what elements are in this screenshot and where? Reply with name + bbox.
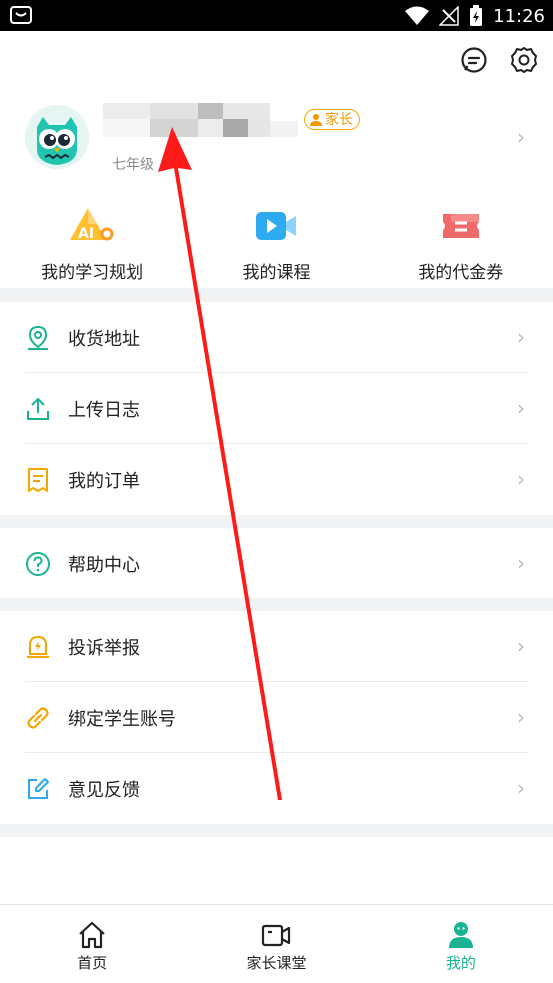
quick-action-my-courses[interactable]: 我的课程 [184,200,368,288]
nav-label: 家长课堂 [246,954,307,972]
nav-label: 首页 [77,954,108,972]
menu-item-complaint[interactable]: 投诉举报 › [0,611,553,682]
quick-actions: AI 我的学习规划 我的课程 我的代金券 [0,200,553,288]
voucher-icon [442,214,479,238]
parent-badge-icon [310,113,322,126]
nav-label: 我的 [445,954,476,972]
location-icon [28,325,48,350]
nav-mine[interactable]: 我的 [369,905,553,983]
section-divider [0,824,553,837]
menu-item-help-center[interactable]: 帮助中心 › [0,528,553,599]
feedback-icon [28,777,49,799]
section-divider [0,288,553,302]
menu-item-bind-student[interactable]: 绑定学生账号 › [0,682,553,753]
report-icon [27,635,49,658]
menu-item-label: 收货地址 [68,328,140,350]
section-divider [0,515,553,528]
avatar[interactable] [25,105,89,169]
quick-action-label: 我的学习规划 [41,263,144,283]
menu-item-address[interactable]: 收货地址 › [0,302,553,373]
video-course-icon [256,212,297,240]
wifi-icon [405,6,430,25]
quick-action-vouchers[interactable]: 我的代金券 [369,200,553,288]
menu-item-orders[interactable]: 我的订单 › [0,444,553,515]
menu-item-label: 投诉举报 [68,637,140,659]
svg-text:AI: AI [78,226,94,242]
signal-icon [439,6,459,26]
menu-item-upload-log[interactable]: 上传日志 › [0,373,553,444]
profile-icon [448,922,473,948]
chevron-right-icon: › [517,705,525,729]
quick-action-label: 我的课程 [242,263,311,283]
bottom-nav: 首页 家长课堂 我的 [0,904,553,983]
status-time: 11:26 [493,5,545,27]
chevron-right-icon: › [517,551,525,575]
role-badge: 家长 [304,109,360,130]
menu-item-label: 意见反馈 [68,779,140,801]
quick-action-label: 我的代金券 [418,263,504,283]
help-icon [26,551,50,576]
nav-parent-class[interactable]: 家长课堂 [184,905,368,983]
message-icon[interactable] [459,45,489,75]
battery-icon [470,5,483,26]
nav-home[interactable]: 首页 [0,905,184,983]
ai-plan-icon: AI [70,208,114,242]
chevron-right-icon: › [517,467,525,491]
chevron-right-icon: › [517,125,525,149]
settings-icon[interactable] [509,45,539,75]
quick-action-study-plan[interactable]: AI 我的学习规划 [0,200,184,288]
menu-item-label: 绑定学生账号 [68,708,176,730]
username-blurred [103,103,298,137]
parent-class-icon [262,924,291,947]
status-bar: 11:26 [0,0,553,31]
menu-item-feedback[interactable]: 意见反馈 › [0,753,553,824]
upload-icon [27,397,49,420]
chevron-right-icon: › [517,776,525,800]
menu-item-label: 上传日志 [68,399,140,421]
link-icon [27,706,49,729]
chevron-right-icon: › [517,396,525,420]
chevron-right-icon: › [517,634,525,658]
menu-group-2: 帮助中心 › [0,528,553,599]
role-badge-label: 家长 [325,111,353,128]
order-icon [28,467,48,492]
app-notification-icon [10,6,32,24]
owl-avatar-icon [25,105,89,169]
menu-group-1: 收货地址 › 上传日志 › 我的订单 › [0,302,553,515]
profile-header[interactable]: 家长 七年级 › [0,95,553,185]
grade-label: 七年级 [112,157,154,173]
menu-item-label: 我的订单 [68,470,140,492]
home-icon [79,921,105,949]
chevron-right-icon: › [517,325,525,349]
menu-item-label: 帮助中心 [68,554,140,576]
section-divider [0,598,553,611]
menu-group-3: 投诉举报 › 绑定学生账号 › 意见反馈 › [0,611,553,824]
